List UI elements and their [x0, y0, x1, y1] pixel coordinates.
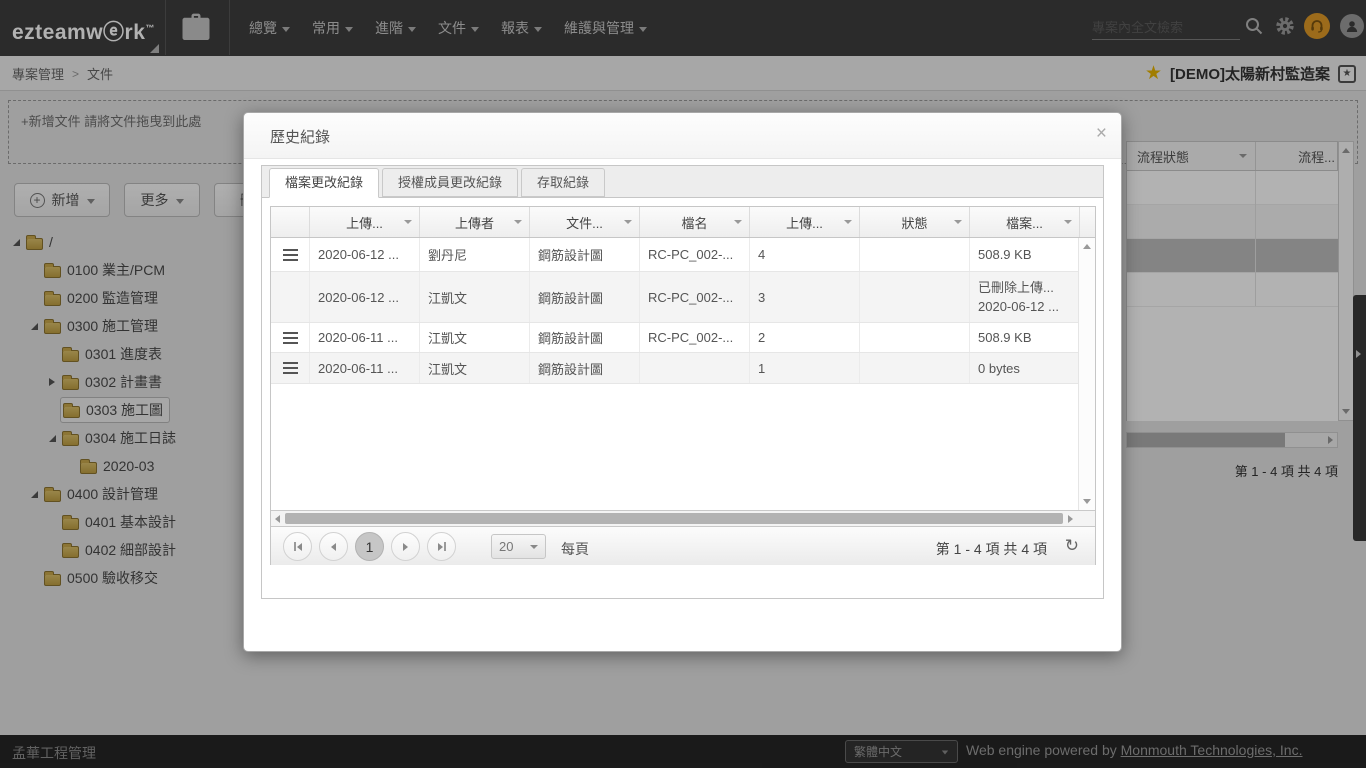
chevron-down-icon[interactable] [954, 220, 962, 224]
table-row[interactable]: 2020-06-12 ... 江凱文 鋼筋設計圖 RC-PC_002-... 3… [271, 272, 1095, 323]
page-size-dropdown[interactable]: 20 [491, 534, 546, 559]
chevron-down-icon[interactable] [734, 220, 742, 224]
table-row[interactable]: 2020-06-12 ... 劉丹尼 鋼筋設計圖 RC-PC_002-... 4… [271, 238, 1095, 272]
refresh-icon[interactable]: ↻ [1065, 536, 1079, 556]
column-upload-time[interactable]: 上傳... [309, 207, 419, 237]
history-panel: 檔案更改紀錄 授權成員更改紀錄 存取紀錄 上傳... 上傳者 文件... 檔名 … [261, 165, 1104, 599]
column-filename[interactable]: 檔名 [639, 207, 749, 237]
history-grid-header: 上傳... 上傳者 文件... 檔名 上傳... 狀態 檔案... [271, 207, 1095, 238]
chevron-down-icon[interactable] [404, 220, 412, 224]
history-dialog: 歷史紀錄 × 檔案更改紀錄 授權成員更改紀錄 存取紀錄 上傳... 上傳者 文件… [243, 112, 1122, 652]
pager-page-1[interactable]: 1 [355, 532, 384, 561]
scroll-up-icon[interactable] [1083, 244, 1091, 249]
pager-last-button[interactable] [427, 532, 456, 561]
close-icon[interactable]: × [1096, 124, 1107, 143]
table-row[interactable]: 2020-06-11 ... 江凱文 鋼筋設計圖 1 0 bytes [271, 353, 1095, 384]
history-grid-pager: 1 20 每頁 第 1 - 4 項 共 4 項 ↻ [271, 526, 1095, 565]
scroll-right-icon[interactable] [1068, 515, 1073, 523]
chevron-down-icon[interactable] [844, 220, 852, 224]
row-menu-icon[interactable] [283, 249, 298, 261]
pager-total: 第 1 - 4 項 共 4 項 [936, 539, 1047, 559]
chevron-down-icon [530, 545, 538, 549]
pager-next-button[interactable] [391, 532, 420, 561]
history-tabs: 檔案更改紀錄 授權成員更改紀錄 存取紀錄 [262, 166, 1103, 198]
dialog-title: 歷史紀錄 [270, 126, 330, 147]
tab-access-log[interactable]: 存取紀錄 [521, 168, 605, 197]
pager-prev-button[interactable] [319, 532, 348, 561]
scrollbar-thumb[interactable] [285, 513, 1063, 524]
column-menu [271, 207, 309, 237]
tab-file-change-log[interactable]: 檔案更改紀錄 [269, 168, 379, 198]
column-scroll-spacer [1079, 207, 1095, 237]
row-menu-icon[interactable] [283, 332, 298, 344]
chevron-down-icon[interactable] [624, 220, 632, 224]
chevron-down-icon[interactable] [514, 220, 522, 224]
per-page-label: 每頁 [561, 539, 589, 559]
column-document[interactable]: 文件... [529, 207, 639, 237]
history-grid-body: 2020-06-12 ... 劉丹尼 鋼筋設計圖 RC-PC_002-... 4… [271, 238, 1095, 510]
column-uploader[interactable]: 上傳者 [419, 207, 529, 237]
column-upload-version[interactable]: 上傳... [749, 207, 859, 237]
pager-first-button[interactable] [283, 532, 312, 561]
table-row[interactable]: 2020-06-11 ... 江凱文 鋼筋設計圖 RC-PC_002-... 2… [271, 323, 1095, 353]
scroll-down-icon[interactable] [1083, 499, 1091, 504]
column-filesize[interactable]: 檔案... [969, 207, 1079, 237]
column-status[interactable]: 狀態 [859, 207, 969, 237]
history-grid-horizontal-scrollbar[interactable] [271, 510, 1095, 526]
history-grid: 上傳... 上傳者 文件... 檔名 上傳... 狀態 檔案... 2020-0… [270, 206, 1096, 565]
history-grid-vertical-scrollbar[interactable] [1078, 238, 1095, 510]
chevron-down-icon[interactable] [1064, 220, 1072, 224]
row-menu-icon[interactable] [283, 362, 298, 374]
scroll-left-icon[interactable] [275, 515, 280, 523]
tab-member-change-log[interactable]: 授權成員更改紀錄 [382, 168, 518, 197]
dialog-titlebar[interactable]: 歷史紀錄 × [244, 113, 1121, 159]
